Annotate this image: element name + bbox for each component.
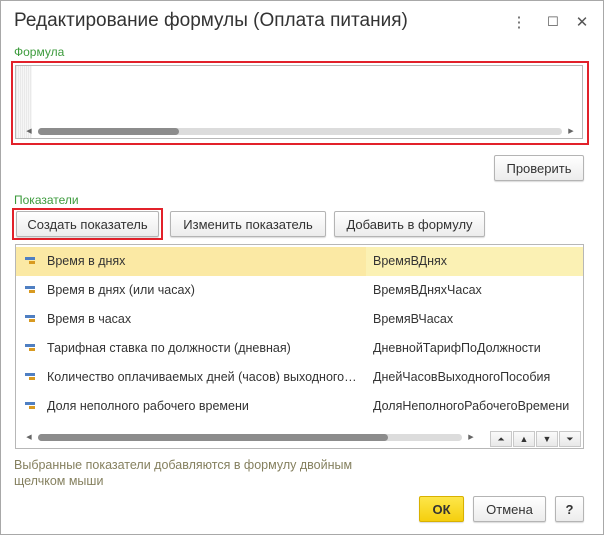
formula-editor-dialog: Редактирование формулы (Оплата питания) …	[0, 0, 604, 535]
name-cell[interactable]: Время в днях	[16, 247, 366, 276]
indicator-icon	[25, 344, 37, 352]
check-button[interactable]: Проверить	[494, 155, 584, 181]
indicator-icon	[25, 315, 37, 323]
maximize-icon[interactable]: ☐	[544, 13, 562, 31]
move-last-icon[interactable]: ⏷	[559, 431, 581, 447]
cancel-button[interactable]: Отмена	[473, 496, 546, 522]
indicator-id: ВремяВЧасах	[373, 312, 454, 326]
scroll-right-icon[interactable]: ▶	[466, 431, 476, 443]
name-cell[interactable]: Доля неполного рабочего времени	[16, 392, 366, 421]
name-cell[interactable]: Время в днях (или часах)	[16, 276, 366, 305]
scroll-right-icon[interactable]: ▶	[566, 125, 576, 137]
indicator-icon	[25, 402, 37, 410]
table-row[interactable]: Время в часах ВремяВЧасах	[16, 305, 583, 334]
scroll-thumb[interactable]	[38, 128, 179, 135]
scroll-thumb[interactable]	[38, 434, 388, 441]
table-row[interactable]: Доля неполного рабочего времени ДоляНепол…	[16, 392, 583, 421]
indicators-label: Показатели	[14, 193, 79, 207]
table-row[interactable]: Тарифная ставка по должности (дневная) Дн…	[16, 334, 583, 363]
close-icon[interactable]: ✕	[573, 13, 591, 31]
indicator-id: ВремяВДняхЧасах	[373, 283, 482, 297]
indicator-id: ДнейЧасовВыходногоПособия	[373, 370, 551, 384]
help-button[interactable]: ?	[555, 496, 584, 522]
indicator-name: Доля неполного рабочего времени	[47, 399, 249, 413]
indicator-id: ДоляНеполногоРабочегоВремени	[373, 399, 570, 413]
more-menu-icon[interactable]: ⋮	[510, 13, 528, 31]
name-cell[interactable]: Время в часах	[16, 305, 366, 334]
move-up-icon[interactable]: ▲	[513, 431, 535, 447]
indicator-name: Время в днях (или часах)	[47, 283, 195, 297]
indicator-name: Время в днях	[47, 254, 126, 268]
table-footer: ◀ ▶ ⏶ ▲ ▼ ⏷	[16, 428, 583, 448]
hint-text: Выбранные показатели добавляются в форму…	[14, 458, 353, 488]
indicator-id: ДневнойТарифПоДолжности	[373, 341, 541, 355]
indicator-icon	[25, 257, 37, 265]
scroll-track[interactable]	[38, 128, 562, 135]
move-first-icon[interactable]: ⏶	[490, 431, 512, 447]
create-indicator-button[interactable]: Создать показатель	[16, 211, 159, 237]
formula-label: Формула	[14, 45, 65, 59]
indicators-table: Время в днях ВремяВДнях Время в днях (или …	[15, 244, 584, 449]
indicator-name: Время в часах	[47, 312, 132, 326]
indicator-icon	[25, 373, 37, 381]
formula-hscrollbar[interactable]: ◀ ▶	[24, 125, 576, 137]
add-to-formula-button[interactable]: Добавить в формулу	[334, 211, 485, 237]
formula-input[interactable]	[36, 68, 578, 130]
table-row[interactable]: Время в днях ВремяВДнях	[16, 247, 583, 276]
name-cell[interactable]: Тарифная ставка по должности (дневная)	[16, 334, 366, 363]
dialog-title: Редактирование формулы (Оплата питания)	[14, 10, 408, 31]
ok-button[interactable]: ОК	[419, 496, 464, 522]
table-row[interactable]: Количество оплачиваемых дней (часов) вых…	[16, 363, 583, 392]
scroll-track[interactable]	[38, 434, 462, 441]
table-hscrollbar[interactable]: ◀ ▶	[24, 431, 476, 443]
move-down-icon[interactable]: ▼	[536, 431, 558, 447]
formula-editor[interactable]: ◀ ▶	[15, 65, 583, 139]
indicator-name: Тарифная ставка по должности (дневная)	[47, 341, 291, 355]
edit-indicator-button[interactable]: Изменить показатель	[170, 211, 326, 237]
indicator-icon	[25, 286, 37, 294]
indicator-name: Количество оплачиваемых дней (часов) вых…	[47, 370, 359, 384]
scroll-left-icon[interactable]: ◀	[24, 431, 34, 443]
indicator-id: ВремяВДнях	[373, 254, 448, 268]
scroll-left-icon[interactable]: ◀	[24, 125, 34, 137]
table-row[interactable]: Время в днях (или часах) ВремяВДняхЧасах	[16, 276, 583, 305]
name-cell[interactable]: Количество оплачиваемых дней (часов) вых…	[16, 363, 366, 392]
